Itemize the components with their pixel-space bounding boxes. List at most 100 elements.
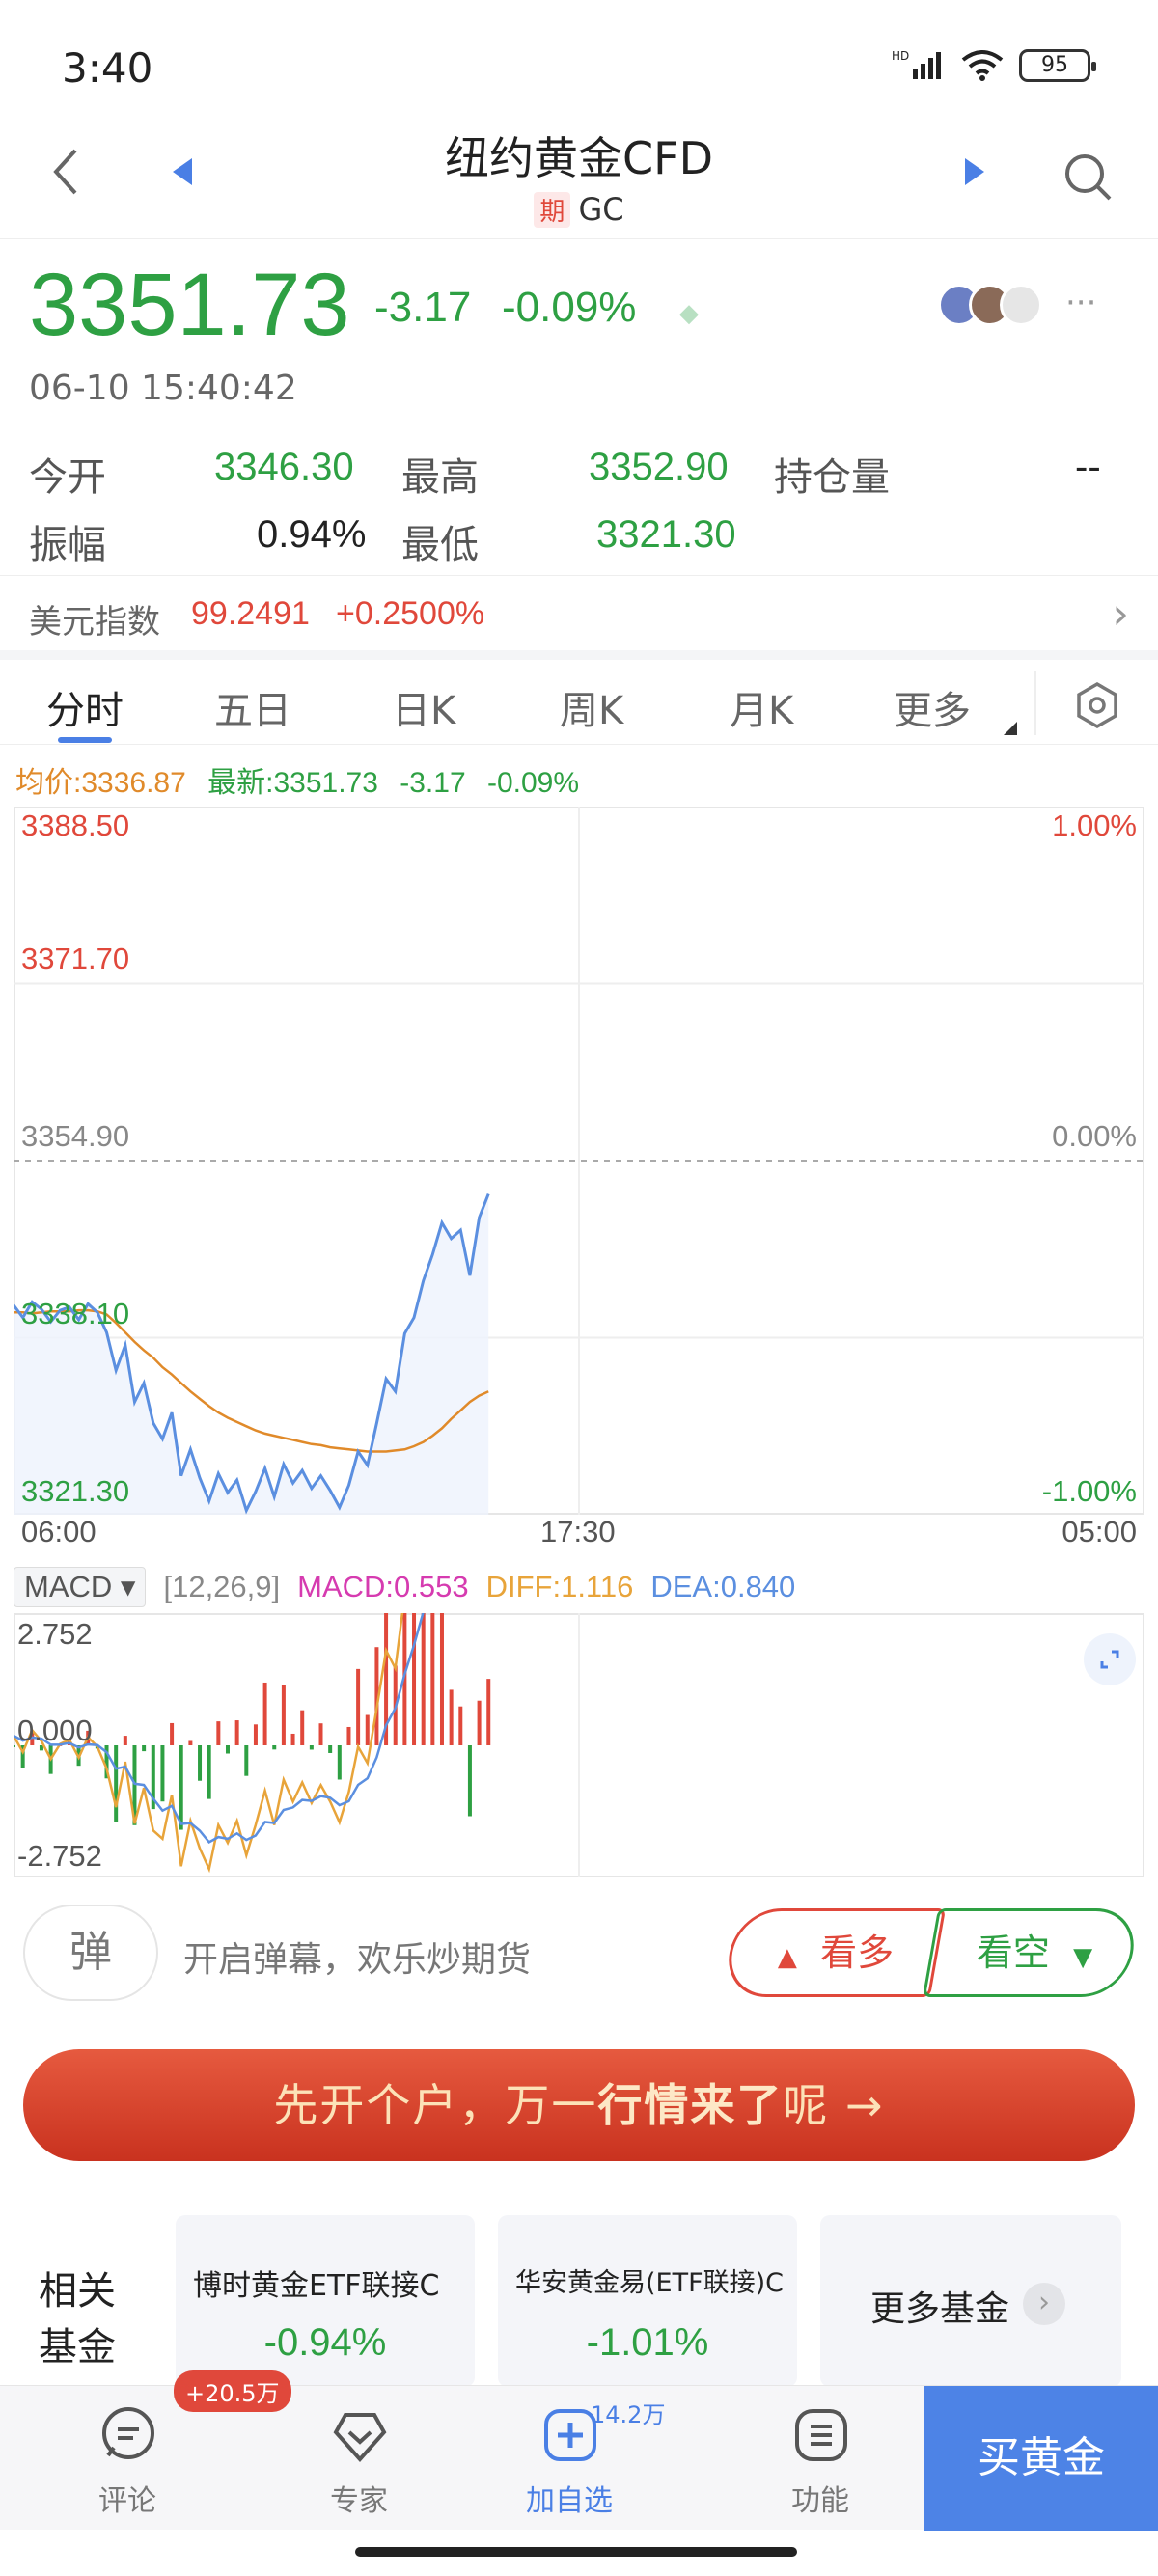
macd-y-top: 2.752 (17, 1617, 93, 1651)
code-text: GC (578, 191, 624, 228)
y-tick-bottom: 3321.30 (21, 1474, 130, 1508)
macd-histogram-bar (198, 1745, 203, 1781)
quote-panel: 3351.73 -3.17 -0.09% ◆ ··· 06-10 15:40:4… (0, 241, 1158, 579)
macd-histogram-bar (467, 1745, 472, 1817)
oi-value: -- (1075, 446, 1101, 488)
macd-histogram-bar (486, 1679, 491, 1745)
macd-histogram-bar (365, 1714, 370, 1745)
tab-intraday[interactable]: 分时 (46, 679, 124, 735)
bear-button[interactable]: 看空 ▼ (938, 1908, 1131, 1997)
open-label: 今开 (29, 455, 106, 500)
legend-change: -3.17 (400, 767, 466, 799)
pct-tick-top: 1.00% (1052, 808, 1137, 842)
futures-tag: 期 (534, 192, 571, 228)
x-tick-end: 05:00 (1062, 1515, 1137, 1548)
macd-histogram-bar (356, 1668, 361, 1745)
danmu-input[interactable]: 开启弹幕，欢乐炒期货 (183, 1932, 531, 1982)
macd-histogram-bar (337, 1745, 342, 1780)
expert-tab[interactable]: 专家 (262, 2386, 455, 2531)
comment-icon (102, 2407, 154, 2459)
fund-pct: -0.94% (263, 2321, 387, 2364)
contract-code: 期 GC (0, 191, 1158, 228)
y-tick-mid: 3354.90 (21, 1119, 130, 1153)
fund-card[interactable]: 博时黄金ETF联接C -0.94% (176, 2215, 475, 2387)
legend-latest: 最新:3351.73 (207, 767, 378, 799)
bottom-bar: +20.5万 评论 专家 加自选 14.2万 功能 买黄金 (0, 2370, 1158, 2531)
macd-histogram-bar (123, 1736, 127, 1745)
low-label: 最低 (401, 523, 479, 567)
chevron-right-icon: › (1112, 589, 1129, 639)
open-value: 3346.30 (214, 446, 354, 488)
tab-underline (58, 737, 112, 743)
search-icon[interactable] (1062, 151, 1116, 205)
status-time: 3:40 (62, 44, 153, 92)
high-value: 3352.90 (589, 446, 729, 488)
intraday-chart[interactable]: 3388.50 3371.70 3354.90 3338.10 3321.30 … (12, 807, 1144, 1548)
usd-index-row[interactable]: 美元指数 99.2491 +0.2500% › (0, 575, 1158, 660)
signal-icon: HD (892, 49, 941, 79)
cta-text-a: 先开个户，万一 (273, 2079, 598, 2131)
macd-histogram-bar (262, 1682, 267, 1745)
usd-index-value: 99.2491 (191, 595, 310, 632)
tab-divider (1034, 671, 1036, 735)
fullscreen-icon[interactable] (1083, 1632, 1137, 1686)
danmu-toggle-button[interactable]: 弹 (23, 1905, 158, 2001)
bull-button[interactable]: ▲ 看多 (739, 1908, 932, 1997)
pct-tick-bottom: -1.00% (1041, 1474, 1137, 1508)
hd-label: HD (892, 49, 909, 63)
macd-histogram-bar (421, 1591, 426, 1745)
bull-label: 看多 (820, 1932, 895, 1974)
tab-5day[interactable]: 五日 (214, 679, 291, 735)
last-price: 3351.73 (29, 256, 350, 354)
function-tab[interactable]: 功能 (724, 2386, 917, 2531)
open-account-button[interactable]: 先开个户，万一行情来了呢 → (23, 2049, 1135, 2161)
macd-chart[interactable]: 2.752 0.000 -2.752 (12, 1472, 1144, 1877)
tab-daily-k[interactable]: 日K (392, 679, 455, 735)
related-funds: 相关基金 博时黄金ETF联接C -0.94% 华安黄金易(ETF联接)C -1.… (0, 2215, 1158, 2387)
tab-weekly-k[interactable]: 周K (560, 679, 623, 735)
macd-select-label: MACD (24, 1570, 113, 1603)
macd-y-mid: 0.000 (17, 1713, 93, 1747)
macd-params: [12,26,9] (163, 1570, 281, 1603)
dea-value: DEA:0.840 (650, 1570, 796, 1603)
next-contract-icon[interactable] (961, 156, 988, 187)
x-tick-mid: 17:30 (540, 1515, 616, 1548)
down-arrow-icon: ◆ (679, 299, 699, 328)
macd-header: MACD ▾ [12,26,9] MACD:0.553 DIFF:1.116 D… (14, 1565, 795, 1609)
function-label: 功能 (791, 2484, 849, 2518)
macd-histogram-bar (458, 1706, 463, 1745)
macd-histogram-bar (207, 1745, 211, 1799)
fund-card[interactable]: 华安黄金易(ETF联接)C -1.01% (498, 2215, 797, 2387)
settings-icon[interactable] (1073, 681, 1121, 729)
bear-label: 看空 (976, 1932, 1050, 1974)
comment-tab[interactable]: +20.5万 评论 (31, 2370, 291, 2531)
oi-label: 持仓量 (774, 455, 890, 500)
buy-gold-button[interactable]: 买黄金 (924, 2386, 1158, 2531)
function-icon (795, 2409, 847, 2461)
macd-histogram-bar (234, 1720, 239, 1745)
danmu-row: 弹 开启弹幕，欢乐炒期货 ▲ 看多 看空 ▼ (0, 1901, 1158, 2007)
cta-text-c: 呢 → (783, 2079, 885, 2131)
macd-histogram-bar (281, 1685, 286, 1745)
tab-more[interactable]: 更多 (894, 679, 971, 735)
legend-change-pct: -0.09% (486, 767, 580, 799)
diff-value: DIFF:1.116 (485, 1570, 634, 1603)
quote-datetime: 06-10 15:40:42 (29, 369, 297, 408)
macd-histogram-bar (253, 1724, 258, 1745)
macd-indicator-select[interactable]: MACD ▾ (14, 1567, 147, 1607)
fund-name: 华安黄金易(ETF联接)C (515, 2268, 785, 2298)
expert-label: 专家 (330, 2484, 388, 2518)
macd-histogram-bar (170, 1722, 175, 1745)
status-bar: 3:40 HD 95 (0, 0, 1158, 135)
amp-label: 振幅 (29, 523, 106, 567)
macd-histogram-bar (142, 1745, 147, 1752)
avatar-group[interactable] (938, 284, 1042, 326)
chart-legend: 均价:3336.87 最新:3351.73 -3.17 -0.09% (15, 758, 593, 801)
more-icon[interactable]: ··· (1065, 284, 1096, 322)
tab-monthly-k[interactable]: 月K (730, 679, 793, 735)
macd-histogram-bar (318, 1723, 323, 1745)
more-funds-button[interactable]: 更多基金 › (820, 2215, 1121, 2387)
price-area (14, 1193, 489, 1515)
home-indicator[interactable] (355, 2547, 797, 2557)
more-corner-icon (1004, 722, 1017, 735)
